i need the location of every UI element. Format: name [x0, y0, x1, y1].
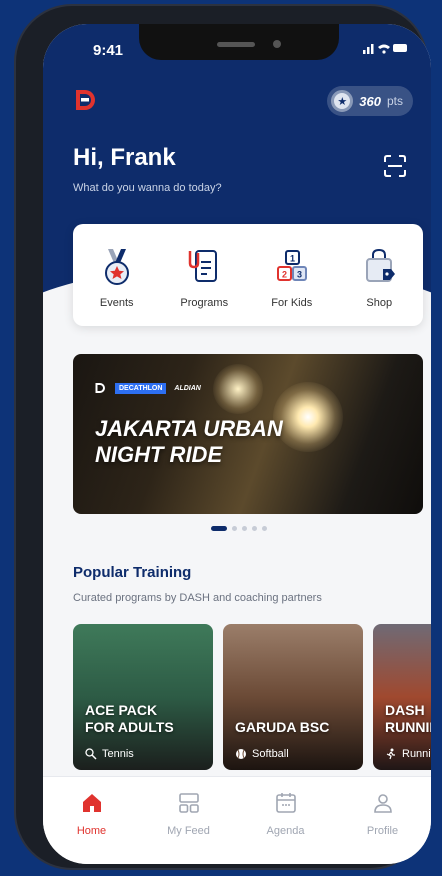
carousel-dot[interactable]: [262, 526, 267, 531]
menu-label: Shop: [366, 297, 393, 309]
svg-text:2: 2: [282, 270, 287, 280]
carousel-dot[interactable]: [252, 526, 257, 531]
training-card[interactable]: ACE PACK FOR ADULTS Tennis: [73, 624, 213, 770]
tab-my-feed[interactable]: My Feed: [154, 791, 224, 864]
training-card[interactable]: GARUDA BSC Softball: [223, 624, 363, 770]
menu-item-programs[interactable]: Programs: [164, 245, 244, 309]
card-sport: Running: [385, 748, 431, 760]
svg-text:1: 1: [290, 254, 295, 264]
menu-label: Events: [99, 297, 134, 309]
sponsor-aldian: ALDIAN: [174, 384, 201, 392]
blocks-icon: 1 2 3: [276, 250, 307, 281]
medal-icon: [104, 249, 129, 285]
card-title: GARUDA BSC: [235, 719, 330, 735]
menu-item-for-kids[interactable]: 1 2 3 For Kids: [252, 245, 332, 309]
softball-icon: [236, 749, 246, 759]
app-screen: 9:41 ★ 360 pts Hi, Frank What do you wan…: [43, 24, 431, 864]
points-value: 360: [359, 93, 381, 109]
greeting: Hi, Frank: [73, 144, 176, 171]
dash-logo-icon: [95, 383, 105, 393]
sponsor-decathlon: DECATHLON: [115, 382, 167, 394]
points-badge[interactable]: ★ 360 pts: [327, 86, 413, 116]
section-title: Popular Training: [73, 564, 192, 581]
calendar-icon: [275, 793, 296, 813]
running-icon: [386, 748, 395, 760]
card-sport: Softball: [235, 748, 289, 760]
promo-banner[interactable]: DECATHLON ALDIAN JAKARTA URBAN NIGHT RID…: [73, 354, 423, 514]
section-subtitle: Curated programs by DASH and coaching pa…: [73, 592, 322, 604]
quick-menu: Events Programs 1 2 3 For Kids Shop: [73, 224, 423, 326]
tab-home[interactable]: Home: [57, 791, 127, 864]
signal-wifi-battery-icon: [363, 44, 407, 54]
menu-label: For Kids: [271, 297, 313, 309]
phone-frame: 9:41 ★ 360 pts Hi, Frank What do you wan…: [16, 6, 431, 868]
card-sport: Tennis: [85, 748, 134, 760]
banner-sponsors: DECATHLON ALDIAN: [93, 382, 201, 394]
feed-icon: [178, 793, 199, 813]
menu-item-events[interactable]: Events: [77, 245, 157, 309]
carousel-dot[interactable]: [242, 526, 247, 531]
tab-agenda[interactable]: Agenda: [251, 791, 321, 864]
home-icon: [82, 794, 101, 812]
banner-title: JAKARTA URBAN NIGHT RIDE: [95, 416, 283, 467]
points-coin-icon: ★: [331, 90, 354, 112]
training-carousel: ACE PACK FOR ADULTS Tennis GARUDA BSC Sof…: [73, 624, 431, 770]
tennis-icon: [85, 748, 97, 760]
scan-icon[interactable]: [383, 154, 407, 178]
bottom-tab-bar: Home My Feed Agenda Profile: [43, 776, 431, 864]
clipboard-icon: [189, 250, 218, 282]
device-notch: [139, 24, 339, 60]
training-card[interactable]: DASHRUNNING Running: [373, 624, 431, 770]
carousel-indicator: [211, 526, 267, 531]
status-icons: [363, 42, 409, 57]
svg-text:3: 3: [297, 270, 302, 280]
points-unit: pts: [386, 94, 403, 108]
menu-item-shop[interactable]: Shop: [339, 245, 419, 309]
card-title: DASHRUNNING: [385, 702, 431, 735]
dash-logo-icon[interactable]: [73, 88, 97, 112]
greeting-subtitle: What do you wanna do today?: [73, 182, 222, 194]
carousel-dot[interactable]: [211, 526, 227, 531]
profile-icon: [373, 794, 392, 813]
carousel-dot[interactable]: [232, 526, 237, 531]
card-title: ACE PACK FOR ADULTS: [85, 702, 174, 735]
tab-profile[interactable]: Profile: [348, 791, 418, 864]
menu-label: Programs: [180, 297, 229, 309]
shopping-bag-icon: [366, 248, 396, 282]
status-time: 9:41: [93, 42, 124, 59]
